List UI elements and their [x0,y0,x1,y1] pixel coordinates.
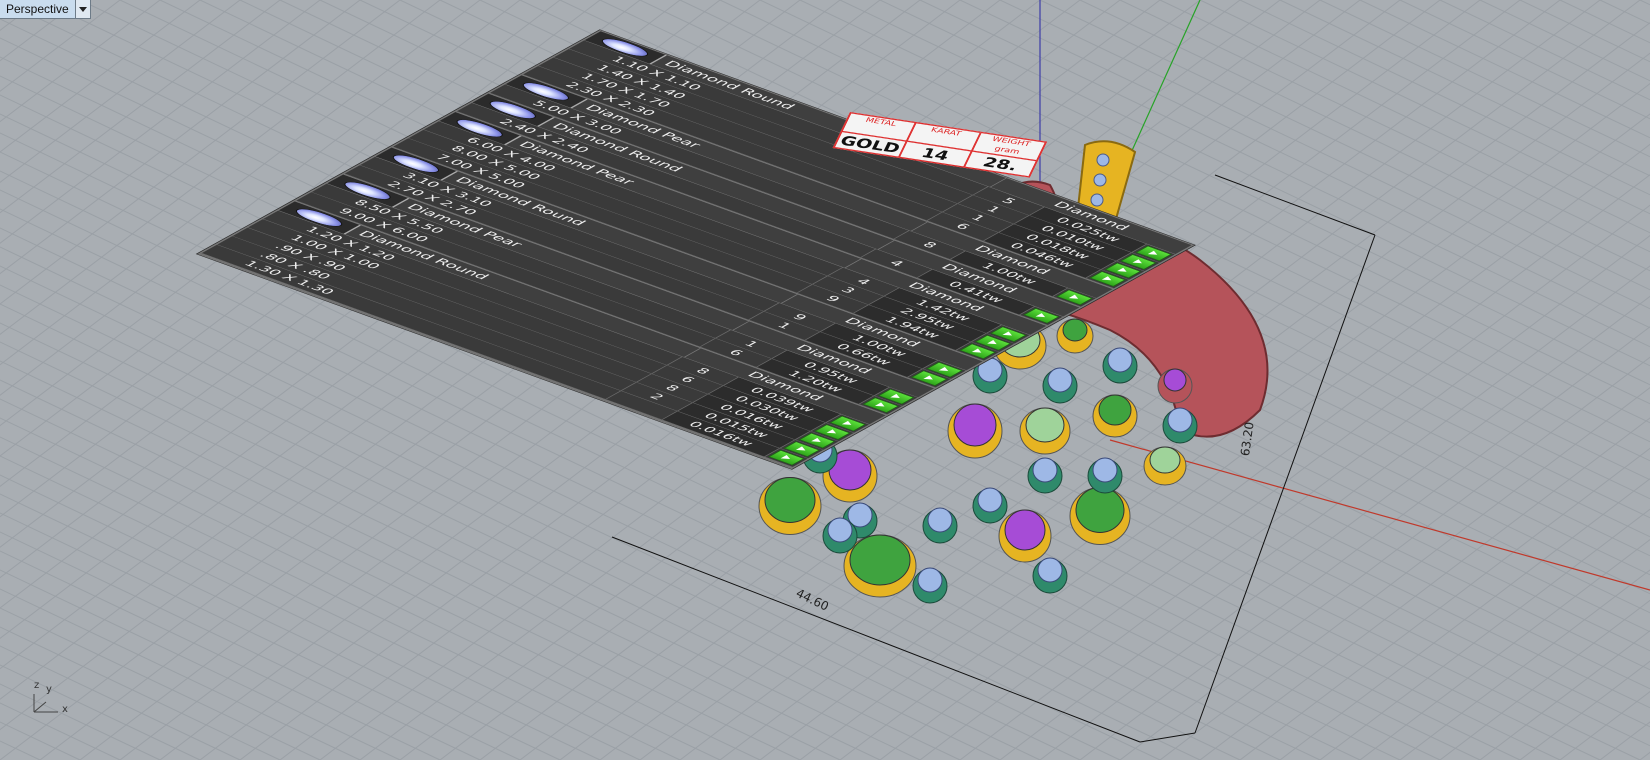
round-diamond [1047,367,1073,393]
bail-diamond [1096,153,1110,167]
axis-y-label: y [46,684,52,695]
round-diamond [827,517,853,543]
grid-line [1279,478,1650,760]
grid-line [1559,0,1650,44]
grid-line [1639,751,1650,760]
round-diamond [1032,457,1058,483]
grid-line [1479,630,1650,760]
bail-diamond [1090,193,1104,207]
axis-gizmo: z y x [28,680,78,720]
grid-line [1039,295,1650,760]
axis-z-label: z [34,680,40,691]
viewport-title: Perspective [6,2,69,16]
gemstone [1075,487,1125,533]
grid-line [1239,447,1650,760]
round-diamond [977,487,1003,513]
grid-line [1279,0,1650,177]
perspective-viewport[interactable]: Diamond Round Diamond 1.10 X 1.10 5 0.025tw 1… [0,0,1650,760]
grid-line [999,265,1650,760]
grid-line [1439,599,1650,760]
grid-line [1359,0,1650,139]
gemstone [849,534,911,586]
grid-line [1479,0,1650,82]
round-diamond [927,507,953,533]
grid-line [1039,0,1650,291]
grid-line [1399,0,1650,120]
viewport-tab[interactable]: Perspective [0,0,91,19]
grid-line [1639,0,1650,6]
grid-line [1359,538,1650,760]
gemstone [1025,407,1065,443]
axis-x-label: x [62,704,68,715]
round-diamond [917,567,943,593]
gemstone [1163,368,1187,392]
gemstone [1062,318,1088,342]
grid-line [1439,0,1650,101]
grid-line [1559,690,1650,760]
grid-line [1599,721,1650,760]
round-diamond [1092,457,1118,483]
grid-line [1239,0,1650,196]
round-diamond [1167,407,1193,433]
gemstone [1149,446,1181,474]
grid-line [999,0,1650,310]
gemstone [1004,509,1046,551]
dimension-extension-line [1139,732,1196,743]
grid-line [1599,0,1650,25]
bail-diamond [1093,173,1107,187]
viewport-menu-chevron-icon[interactable] [74,0,90,18]
gemstone [764,477,816,523]
grid-line [1399,569,1650,760]
x-axis-line [1109,439,1650,591]
gemstone [1098,394,1132,426]
round-diamond [1037,557,1063,583]
round-diamond [1107,347,1133,373]
gemstone [953,403,997,447]
